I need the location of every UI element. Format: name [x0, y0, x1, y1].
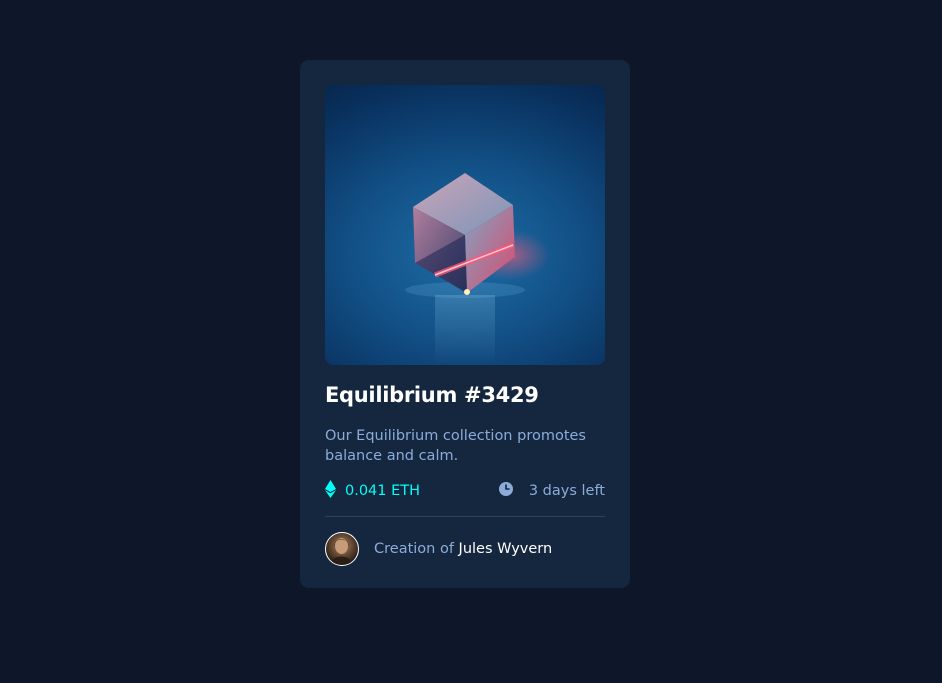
nft-description: Our Equilibrium collection promotes bala… [325, 428, 586, 464]
price-group: 0.041 ETH [325, 480, 420, 502]
time-group: 3 days left [498, 481, 605, 501]
clock-icon [498, 481, 514, 501]
nft-image[interactable] [325, 85, 605, 365]
divider [325, 516, 605, 517]
creator-name-link[interactable]: Jules Wyvern [459, 541, 553, 557]
price-value: 0.041 ETH [345, 483, 421, 499]
creator-row: Creation of Jules Wyvern [325, 532, 605, 566]
creator-text: Creation of Jules Wyvern [374, 541, 552, 557]
nft-meta: 0.041 ETH 3 days left [325, 480, 605, 502]
time-left: 3 days left [528, 483, 605, 499]
nft-card: Equilibrium #3429 Our Equilibrium collec… [300, 60, 630, 588]
avatar [325, 532, 359, 566]
creator-prefix: Creation of [374, 541, 459, 557]
nft-title[interactable]: Equilibrium #3429 [325, 383, 605, 407]
ethereum-icon [325, 480, 336, 502]
cube-illustration [405, 173, 550, 365]
